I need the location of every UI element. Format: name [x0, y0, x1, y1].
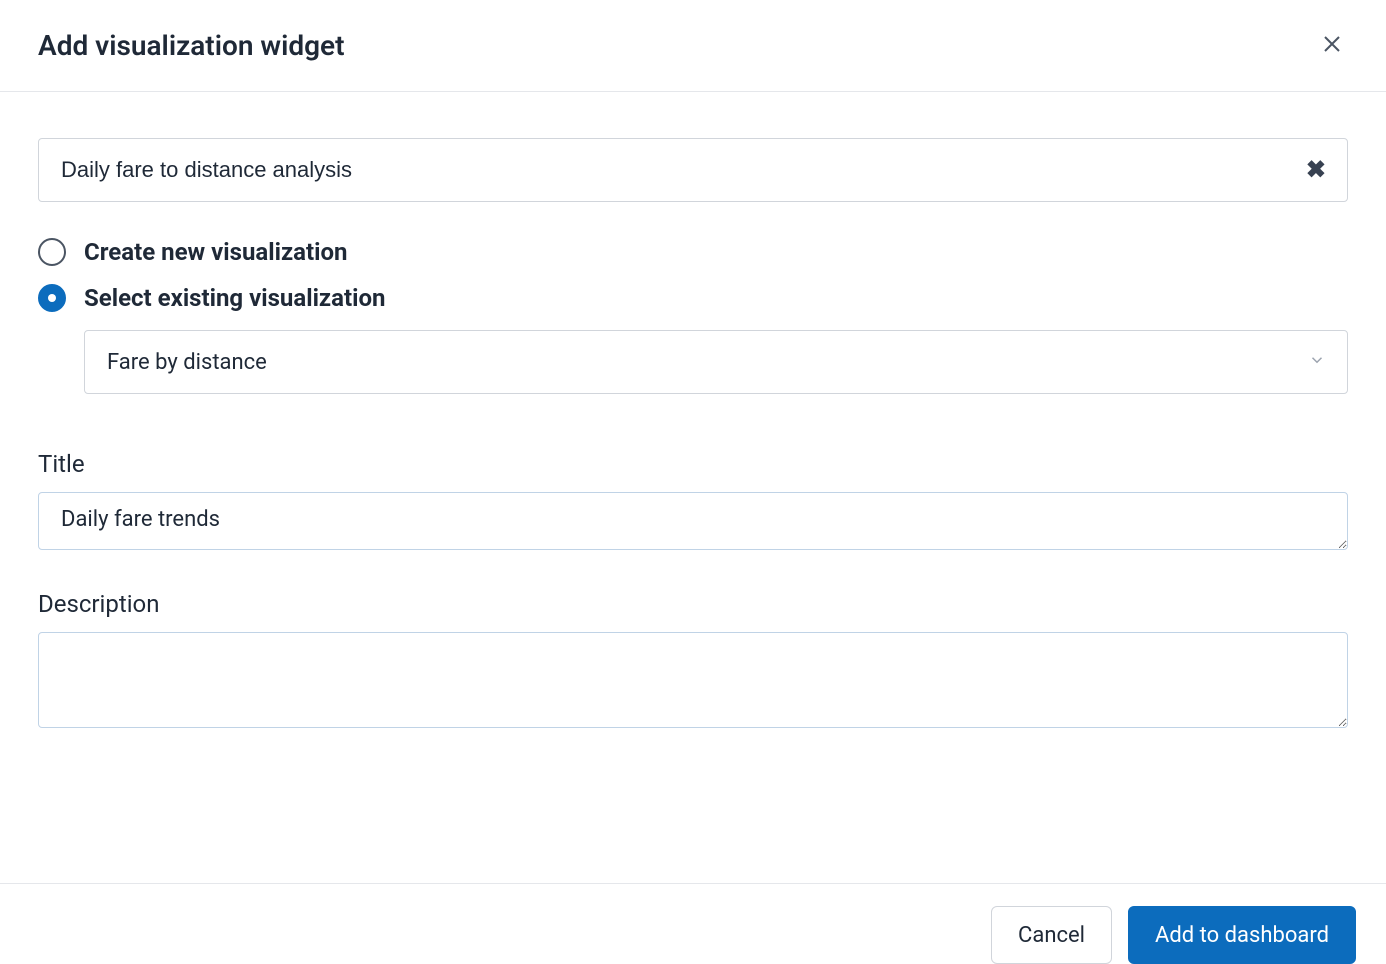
radio-create-new[interactable]: Create new visualization — [38, 238, 1348, 266]
search-wrapper: ✖ — [38, 138, 1348, 202]
modal-footer: Cancel Add to dashboard — [0, 883, 1386, 964]
modal-header: Add visualization widget — [0, 0, 1386, 92]
close-button[interactable] — [1316, 28, 1348, 63]
visualization-source-radio-group: Create new visualization Select existing… — [38, 238, 1348, 312]
add-to-dashboard-button[interactable]: Add to dashboard — [1128, 906, 1356, 964]
radio-icon — [38, 284, 66, 312]
description-form-group: Description — [38, 590, 1348, 732]
select-value: Fare by distance — [107, 350, 267, 375]
title-form-group: Title — [38, 450, 1348, 554]
title-label: Title — [38, 450, 1348, 478]
close-icon — [1320, 32, 1344, 59]
radio-select-existing[interactable]: Select existing visualization — [38, 284, 1348, 312]
search-input[interactable] — [38, 138, 1348, 202]
modal-title: Add visualization widget — [38, 29, 345, 62]
existing-visualization-select[interactable]: Fare by distance — [84, 330, 1348, 394]
title-input[interactable] — [38, 492, 1348, 550]
clear-search-button[interactable]: ✖ — [1302, 152, 1330, 189]
radio-label: Create new visualization — [84, 238, 347, 266]
radio-icon — [38, 238, 66, 266]
existing-visualization-select-wrapper: Fare by distance — [84, 330, 1348, 394]
description-input[interactable] — [38, 632, 1348, 728]
modal-body: ✖ Create new visualization Select existi… — [0, 92, 1386, 808]
clear-icon: ✖ — [1306, 157, 1326, 184]
description-label: Description — [38, 590, 1348, 618]
radio-label: Select existing visualization — [84, 284, 385, 312]
cancel-button[interactable]: Cancel — [991, 906, 1112, 964]
